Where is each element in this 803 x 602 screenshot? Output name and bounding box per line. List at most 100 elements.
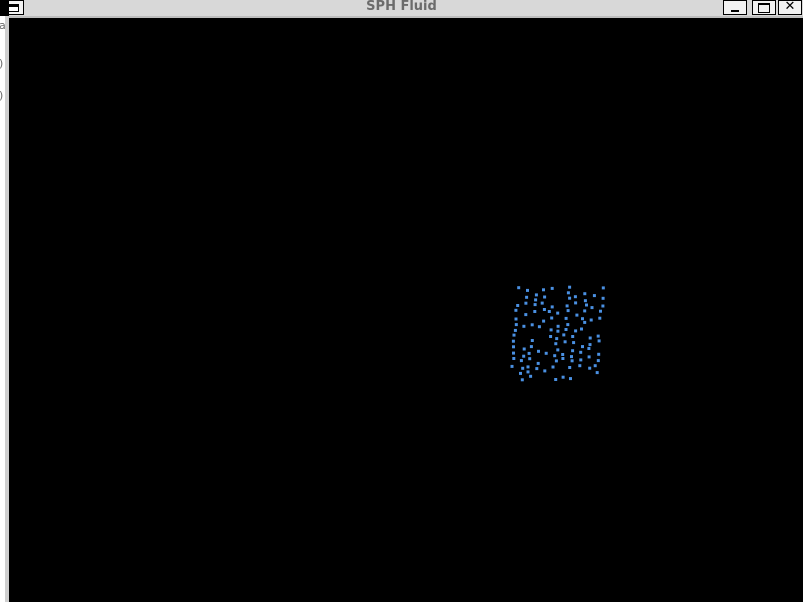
fluid-particle	[544, 351, 548, 355]
fluid-particle	[589, 318, 593, 322]
fluid-particle	[574, 301, 578, 305]
fluid-particle	[562, 333, 566, 337]
minimize-button[interactable]	[723, 0, 747, 15]
fluid-particle	[556, 348, 560, 352]
fluid-particle	[597, 352, 601, 356]
fluid-particle	[516, 304, 520, 307]
sph-fluid-window: SPH Fluid ✕ a ) )	[0, 0, 803, 602]
fluid-particle	[601, 304, 605, 308]
fluid-particle	[581, 345, 584, 349]
fluid-particle	[526, 370, 530, 374]
fluid-particle	[514, 308, 518, 312]
fluid-particle	[583, 292, 587, 296]
fluid-particle	[568, 285, 572, 289]
fluid-particle	[596, 359, 600, 363]
fluid-particle	[512, 351, 515, 355]
fluid-particle	[549, 328, 553, 332]
fluid-particle	[522, 324, 526, 328]
fluid-particle	[542, 308, 546, 311]
fluid-particle	[580, 327, 583, 331]
fluid-particle	[510, 364, 514, 368]
fluid-particle	[533, 310, 537, 313]
fluid-particle	[522, 347, 526, 351]
fluid-particle	[550, 305, 554, 309]
fluid-particle	[528, 357, 532, 361]
fluid-particle	[511, 339, 515, 343]
fluid-particle	[564, 328, 568, 331]
fluid-particle	[533, 303, 537, 307]
fluid-particle	[526, 365, 530, 369]
fluid-particle	[522, 354, 526, 358]
fluid-particle	[550, 316, 554, 320]
fluid-particle	[599, 309, 602, 313]
fluid-particle	[553, 354, 557, 358]
fluid-particle	[512, 345, 515, 349]
fluid-particle	[588, 366, 592, 370]
fluid-particle	[529, 345, 533, 349]
background-desktop-strip: a ) )	[0, 0, 9, 602]
fluid-particle	[581, 317, 584, 321]
fluid-particle	[590, 306, 594, 310]
fluid-particle	[534, 293, 538, 297]
fluid-particle	[521, 366, 525, 370]
fluid-particle	[566, 291, 570, 295]
window-title: SPH Fluid	[366, 0, 437, 14]
fluid-particle	[571, 349, 575, 353]
fluid-particle	[543, 369, 547, 373]
fluid-particle	[593, 364, 597, 368]
title-bar[interactable]: SPH Fluid ✕	[0, 0, 803, 18]
fluid-particle	[543, 295, 547, 299]
fluid-particle	[542, 319, 546, 323]
fluid-particle	[568, 296, 572, 300]
fluid-particle	[517, 286, 521, 290]
fluid-particle	[549, 335, 553, 338]
fluid-particle	[536, 361, 540, 365]
fluid-particle	[561, 375, 565, 379]
fluid-particle	[514, 323, 518, 327]
fluid-particle	[566, 309, 570, 313]
fluid-particle	[579, 358, 583, 362]
maximize-icon	[758, 3, 770, 13]
fluid-particle	[519, 371, 522, 375]
fluid-particle	[561, 357, 565, 360]
simulation-canvas[interactable]	[9, 18, 803, 602]
fluid-particle	[583, 309, 587, 313]
fluid-particle	[513, 328, 517, 332]
fluid-particle	[554, 359, 558, 363]
fluid-particle	[525, 295, 529, 299]
fluid-particle	[556, 324, 560, 328]
fluid-particle	[575, 313, 579, 317]
fluid-particle	[601, 296, 605, 300]
fluid-particle	[566, 323, 570, 327]
background-text-fragment: )	[0, 58, 3, 69]
fluid-particle	[592, 294, 596, 298]
fluid-particle	[524, 313, 528, 317]
fluid-particle	[573, 295, 577, 299]
fluid-particle	[561, 353, 565, 356]
fluid-particle	[512, 357, 516, 360]
fluid-particle	[542, 288, 545, 292]
fluid-particle	[555, 337, 559, 341]
fluid-particle	[551, 365, 555, 369]
fluid-particle	[530, 339, 534, 342]
fluid-particle	[563, 340, 567, 344]
fluid-particle	[574, 329, 578, 333]
fluid-particle	[595, 371, 599, 375]
fluid-particle	[564, 316, 568, 320]
maximize-button[interactable]	[752, 0, 776, 15]
fluid-particle	[585, 303, 588, 307]
close-button[interactable]: ✕	[778, 0, 802, 15]
fluid-particle	[569, 377, 572, 381]
fluid-particle	[530, 323, 534, 327]
fluid-particle	[556, 311, 560, 315]
fluid-particle	[596, 334, 600, 338]
fluid-particle	[547, 310, 551, 313]
fluid-particle	[537, 325, 541, 329]
fluid-particle	[579, 350, 583, 354]
fluid-particle	[520, 378, 524, 382]
fluid-particle	[588, 343, 592, 347]
fluid-particle	[519, 359, 523, 363]
fluid-particle	[527, 351, 531, 355]
background-text-fragment: )	[0, 90, 3, 101]
fluid-particle	[571, 335, 575, 338]
